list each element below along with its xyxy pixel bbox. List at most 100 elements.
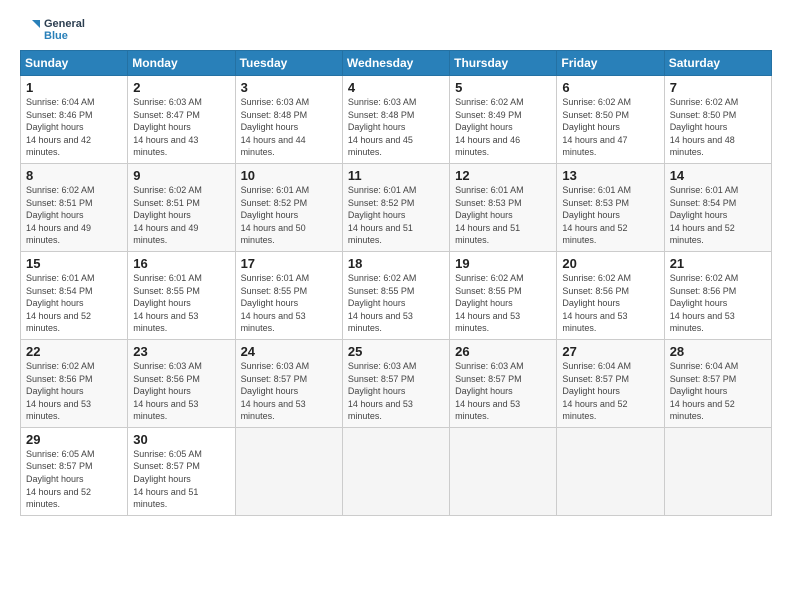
- calendar-cell: 12Sunrise: 6:01 AMSunset: 8:53 PMDayligh…: [450, 163, 557, 251]
- logo-icon: [20, 18, 40, 42]
- calendar-cell: 25Sunrise: 6:03 AMSunset: 8:57 PMDayligh…: [342, 339, 449, 427]
- calendar-header-row: SundayMondayTuesdayWednesdayThursdayFrid…: [21, 51, 772, 76]
- day-number: 26: [455, 344, 552, 359]
- calendar-cell: 23Sunrise: 6:03 AMSunset: 8:56 PMDayligh…: [128, 339, 235, 427]
- day-number: 18: [348, 256, 445, 271]
- calendar-cell: 29Sunrise: 6:05 AMSunset: 8:57 PMDayligh…: [21, 427, 128, 515]
- day-info: Sunrise: 6:01 AMSunset: 8:52 PMDaylight …: [241, 184, 338, 247]
- day-number: 11: [348, 168, 445, 183]
- day-number: 27: [562, 344, 659, 359]
- day-number: 6: [562, 80, 659, 95]
- calendar-cell: 28Sunrise: 6:04 AMSunset: 8:57 PMDayligh…: [664, 339, 771, 427]
- calendar-cell: 19Sunrise: 6:02 AMSunset: 8:55 PMDayligh…: [450, 251, 557, 339]
- day-info: Sunrise: 6:03 AMSunset: 8:57 PMDaylight …: [348, 360, 445, 423]
- day-number: 20: [562, 256, 659, 271]
- calendar-cell: [235, 427, 342, 515]
- calendar-cell: 6Sunrise: 6:02 AMSunset: 8:50 PMDaylight…: [557, 76, 664, 164]
- day-number: 19: [455, 256, 552, 271]
- day-number: 28: [670, 344, 767, 359]
- day-number: 3: [241, 80, 338, 95]
- calendar-cell: 10Sunrise: 6:01 AMSunset: 8:52 PMDayligh…: [235, 163, 342, 251]
- day-number: 23: [133, 344, 230, 359]
- day-info: Sunrise: 6:03 AMSunset: 8:48 PMDaylight …: [348, 96, 445, 159]
- day-number: 16: [133, 256, 230, 271]
- calendar-week-row: 15Sunrise: 6:01 AMSunset: 8:54 PMDayligh…: [21, 251, 772, 339]
- calendar-cell: 4Sunrise: 6:03 AMSunset: 8:48 PMDaylight…: [342, 76, 449, 164]
- calendar-cell: 20Sunrise: 6:02 AMSunset: 8:56 PMDayligh…: [557, 251, 664, 339]
- header-tuesday: Tuesday: [235, 51, 342, 76]
- day-info: Sunrise: 6:02 AMSunset: 8:56 PMDaylight …: [562, 272, 659, 335]
- day-info: Sunrise: 6:02 AMSunset: 8:50 PMDaylight …: [562, 96, 659, 159]
- calendar-week-row: 1Sunrise: 6:04 AMSunset: 8:46 PMDaylight…: [21, 76, 772, 164]
- day-number: 17: [241, 256, 338, 271]
- calendar-cell: 17Sunrise: 6:01 AMSunset: 8:55 PMDayligh…: [235, 251, 342, 339]
- day-info: Sunrise: 6:01 AMSunset: 8:55 PMDaylight …: [133, 272, 230, 335]
- calendar-table: SundayMondayTuesdayWednesdayThursdayFrid…: [20, 50, 772, 516]
- calendar-cell: 2Sunrise: 6:03 AMSunset: 8:47 PMDaylight…: [128, 76, 235, 164]
- calendar-week-row: 8Sunrise: 6:02 AMSunset: 8:51 PMDaylight…: [21, 163, 772, 251]
- calendar-cell: 5Sunrise: 6:02 AMSunset: 8:49 PMDaylight…: [450, 76, 557, 164]
- day-info: Sunrise: 6:02 AMSunset: 8:55 PMDaylight …: [455, 272, 552, 335]
- day-number: 8: [26, 168, 123, 183]
- calendar-cell: 18Sunrise: 6:02 AMSunset: 8:55 PMDayligh…: [342, 251, 449, 339]
- calendar-cell: 26Sunrise: 6:03 AMSunset: 8:57 PMDayligh…: [450, 339, 557, 427]
- calendar-cell: 14Sunrise: 6:01 AMSunset: 8:54 PMDayligh…: [664, 163, 771, 251]
- day-info: Sunrise: 6:05 AMSunset: 8:57 PMDaylight …: [133, 448, 230, 511]
- calendar-cell: 27Sunrise: 6:04 AMSunset: 8:57 PMDayligh…: [557, 339, 664, 427]
- day-info: Sunrise: 6:04 AMSunset: 8:46 PMDaylight …: [26, 96, 123, 159]
- day-info: Sunrise: 6:01 AMSunset: 8:54 PMDaylight …: [26, 272, 123, 335]
- day-number: 24: [241, 344, 338, 359]
- day-info: Sunrise: 6:01 AMSunset: 8:52 PMDaylight …: [348, 184, 445, 247]
- day-info: Sunrise: 6:02 AMSunset: 8:49 PMDaylight …: [455, 96, 552, 159]
- calendar-week-row: 22Sunrise: 6:02 AMSunset: 8:56 PMDayligh…: [21, 339, 772, 427]
- day-number: 13: [562, 168, 659, 183]
- day-info: Sunrise: 6:02 AMSunset: 8:50 PMDaylight …: [670, 96, 767, 159]
- logo: General Blue: [20, 18, 85, 42]
- day-info: Sunrise: 6:04 AMSunset: 8:57 PMDaylight …: [562, 360, 659, 423]
- calendar-cell: 11Sunrise: 6:01 AMSunset: 8:52 PMDayligh…: [342, 163, 449, 251]
- calendar-cell: 8Sunrise: 6:02 AMSunset: 8:51 PMDaylight…: [21, 163, 128, 251]
- calendar-cell: [664, 427, 771, 515]
- day-info: Sunrise: 6:01 AMSunset: 8:53 PMDaylight …: [455, 184, 552, 247]
- header-sunday: Sunday: [21, 51, 128, 76]
- day-info: Sunrise: 6:05 AMSunset: 8:57 PMDaylight …: [26, 448, 123, 511]
- day-info: Sunrise: 6:02 AMSunset: 8:51 PMDaylight …: [26, 184, 123, 247]
- day-number: 1: [26, 80, 123, 95]
- day-info: Sunrise: 6:01 AMSunset: 8:55 PMDaylight …: [241, 272, 338, 335]
- day-info: Sunrise: 6:02 AMSunset: 8:56 PMDaylight …: [26, 360, 123, 423]
- header-monday: Monday: [128, 51, 235, 76]
- day-info: Sunrise: 6:02 AMSunset: 8:56 PMDaylight …: [670, 272, 767, 335]
- day-number: 4: [348, 80, 445, 95]
- calendar-cell: 7Sunrise: 6:02 AMSunset: 8:50 PMDaylight…: [664, 76, 771, 164]
- calendar-cell: [450, 427, 557, 515]
- header: General Blue: [20, 18, 772, 42]
- day-number: 21: [670, 256, 767, 271]
- day-number: 29: [26, 432, 123, 447]
- calendar-cell: 24Sunrise: 6:03 AMSunset: 8:57 PMDayligh…: [235, 339, 342, 427]
- calendar-cell: 13Sunrise: 6:01 AMSunset: 8:53 PMDayligh…: [557, 163, 664, 251]
- calendar-cell: [557, 427, 664, 515]
- day-number: 12: [455, 168, 552, 183]
- day-info: Sunrise: 6:04 AMSunset: 8:57 PMDaylight …: [670, 360, 767, 423]
- day-number: 7: [670, 80, 767, 95]
- logo-text-blue: Blue: [44, 30, 85, 42]
- header-thursday: Thursday: [450, 51, 557, 76]
- day-info: Sunrise: 6:02 AMSunset: 8:51 PMDaylight …: [133, 184, 230, 247]
- calendar-cell: [342, 427, 449, 515]
- day-number: 5: [455, 80, 552, 95]
- day-info: Sunrise: 6:02 AMSunset: 8:55 PMDaylight …: [348, 272, 445, 335]
- day-number: 15: [26, 256, 123, 271]
- day-info: Sunrise: 6:03 AMSunset: 8:57 PMDaylight …: [455, 360, 552, 423]
- calendar-cell: 3Sunrise: 6:03 AMSunset: 8:48 PMDaylight…: [235, 76, 342, 164]
- calendar-week-row: 29Sunrise: 6:05 AMSunset: 8:57 PMDayligh…: [21, 427, 772, 515]
- day-number: 22: [26, 344, 123, 359]
- day-info: Sunrise: 6:03 AMSunset: 8:56 PMDaylight …: [133, 360, 230, 423]
- day-number: 2: [133, 80, 230, 95]
- calendar-cell: 1Sunrise: 6:04 AMSunset: 8:46 PMDaylight…: [21, 76, 128, 164]
- day-number: 30: [133, 432, 230, 447]
- day-number: 25: [348, 344, 445, 359]
- calendar-cell: 30Sunrise: 6:05 AMSunset: 8:57 PMDayligh…: [128, 427, 235, 515]
- day-number: 10: [241, 168, 338, 183]
- calendar-cell: 22Sunrise: 6:02 AMSunset: 8:56 PMDayligh…: [21, 339, 128, 427]
- calendar-cell: 15Sunrise: 6:01 AMSunset: 8:54 PMDayligh…: [21, 251, 128, 339]
